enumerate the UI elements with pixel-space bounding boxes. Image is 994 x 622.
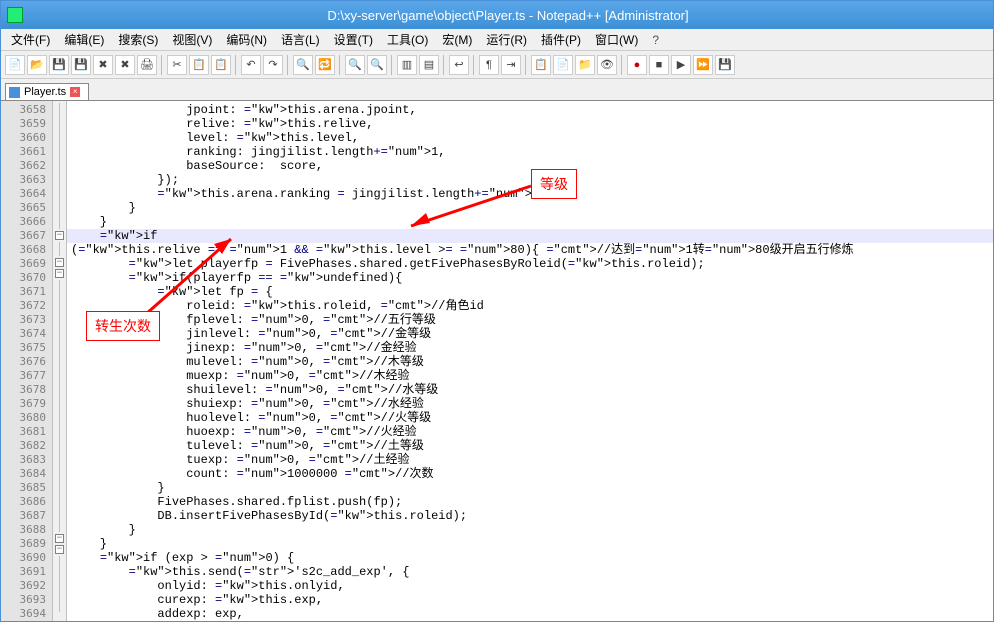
arrow-relive: [136, 229, 246, 319]
toolbar: 📄 📂 💾 💾 ✖ ✖ 🖨 ✂ 📋 📋 ↶ ↷ 🔍 🔁 🔍 🔍 ▥ ▤ ↩ ¶ …: [1, 51, 993, 79]
replace-icon[interactable]: 🔁: [315, 55, 335, 75]
zoom-out-icon[interactable]: 🔍: [367, 55, 387, 75]
record-icon[interactable]: ●: [627, 55, 647, 75]
close-all-icon[interactable]: ✖: [115, 55, 135, 75]
menu-run[interactable]: 运行(R): [480, 29, 533, 50]
menu-macro[interactable]: 宏(M): [436, 29, 478, 50]
line-number-gutter: 3658 3659 3660 3661 3662 3663 3664 3665 …: [1, 101, 53, 621]
menu-window[interactable]: 窗口(W): [589, 29, 644, 50]
cut-icon[interactable]: ✂: [167, 55, 187, 75]
window-title: D:\xy-server\game\object\Player.ts - Not…: [29, 8, 987, 23]
menubar: 文件(F) 编辑(E) 搜索(S) 视图(V) 编码(N) 语言(L) 设置(T…: [1, 29, 993, 51]
wrap-icon[interactable]: ↩: [449, 55, 469, 75]
close-icon[interactable]: ✖: [93, 55, 113, 75]
app-icon: [7, 7, 23, 23]
tabbar: Player.ts ×: [1, 79, 993, 101]
sync-v-icon[interactable]: ▥: [397, 55, 417, 75]
menu-tools[interactable]: 工具(O): [381, 29, 434, 50]
save-macro-icon[interactable]: 💾: [715, 55, 735, 75]
editor: 3658 3659 3660 3661 3662 3663 3664 3665 …: [1, 101, 993, 621]
app-window: D:\xy-server\game\object\Player.ts - Not…: [0, 0, 994, 622]
print-icon[interactable]: 🖨: [137, 55, 157, 75]
menu-lang[interactable]: 语言(L): [275, 29, 326, 50]
show-all-icon[interactable]: ¶: [479, 55, 499, 75]
find-icon[interactable]: 🔍: [293, 55, 313, 75]
paste-icon[interactable]: 📋: [211, 55, 231, 75]
menu-settings[interactable]: 设置(T): [328, 29, 379, 50]
copy-icon[interactable]: 📋: [189, 55, 209, 75]
play-multi-icon[interactable]: ⏩: [693, 55, 713, 75]
play-icon[interactable]: ▶: [671, 55, 691, 75]
menu-view[interactable]: 视图(V): [166, 29, 218, 50]
tab-player-ts[interactable]: Player.ts ×: [5, 83, 89, 100]
folder-icon[interactable]: 📁: [575, 55, 595, 75]
monitor-icon[interactable]: 👁: [597, 55, 617, 75]
annotation-relive: 转生次数: [86, 311, 160, 341]
redo-icon[interactable]: ↷: [263, 55, 283, 75]
tab-close-icon[interactable]: ×: [70, 87, 80, 97]
undo-icon[interactable]: ↶: [241, 55, 261, 75]
save-all-icon[interactable]: 💾: [71, 55, 91, 75]
menu-help[interactable]: ?: [646, 31, 665, 49]
menu-search[interactable]: 搜索(S): [112, 29, 164, 50]
menu-file[interactable]: 文件(F): [5, 29, 56, 50]
menu-edit[interactable]: 编辑(E): [58, 29, 110, 50]
indent-icon[interactable]: ⇥: [501, 55, 521, 75]
new-file-icon[interactable]: 📄: [5, 55, 25, 75]
annotation-level: 等级: [531, 169, 577, 199]
save-icon[interactable]: 💾: [49, 55, 69, 75]
doc-map-icon[interactable]: 📄: [553, 55, 573, 75]
stop-icon[interactable]: ■: [649, 55, 669, 75]
titlebar[interactable]: D:\xy-server\game\object\Player.ts - Not…: [1, 1, 993, 29]
tab-label: Player.ts: [24, 86, 66, 98]
zoom-in-icon[interactable]: 🔍: [345, 55, 365, 75]
menu-encoding[interactable]: 编码(N): [220, 29, 273, 50]
arrow-level: [396, 171, 536, 241]
func-list-icon[interactable]: 📋: [531, 55, 551, 75]
fold-column[interactable]: −−−−−: [53, 101, 67, 621]
sync-h-icon[interactable]: ▤: [419, 55, 439, 75]
menu-plugins[interactable]: 插件(P): [535, 29, 587, 50]
open-file-icon[interactable]: 📂: [27, 55, 47, 75]
